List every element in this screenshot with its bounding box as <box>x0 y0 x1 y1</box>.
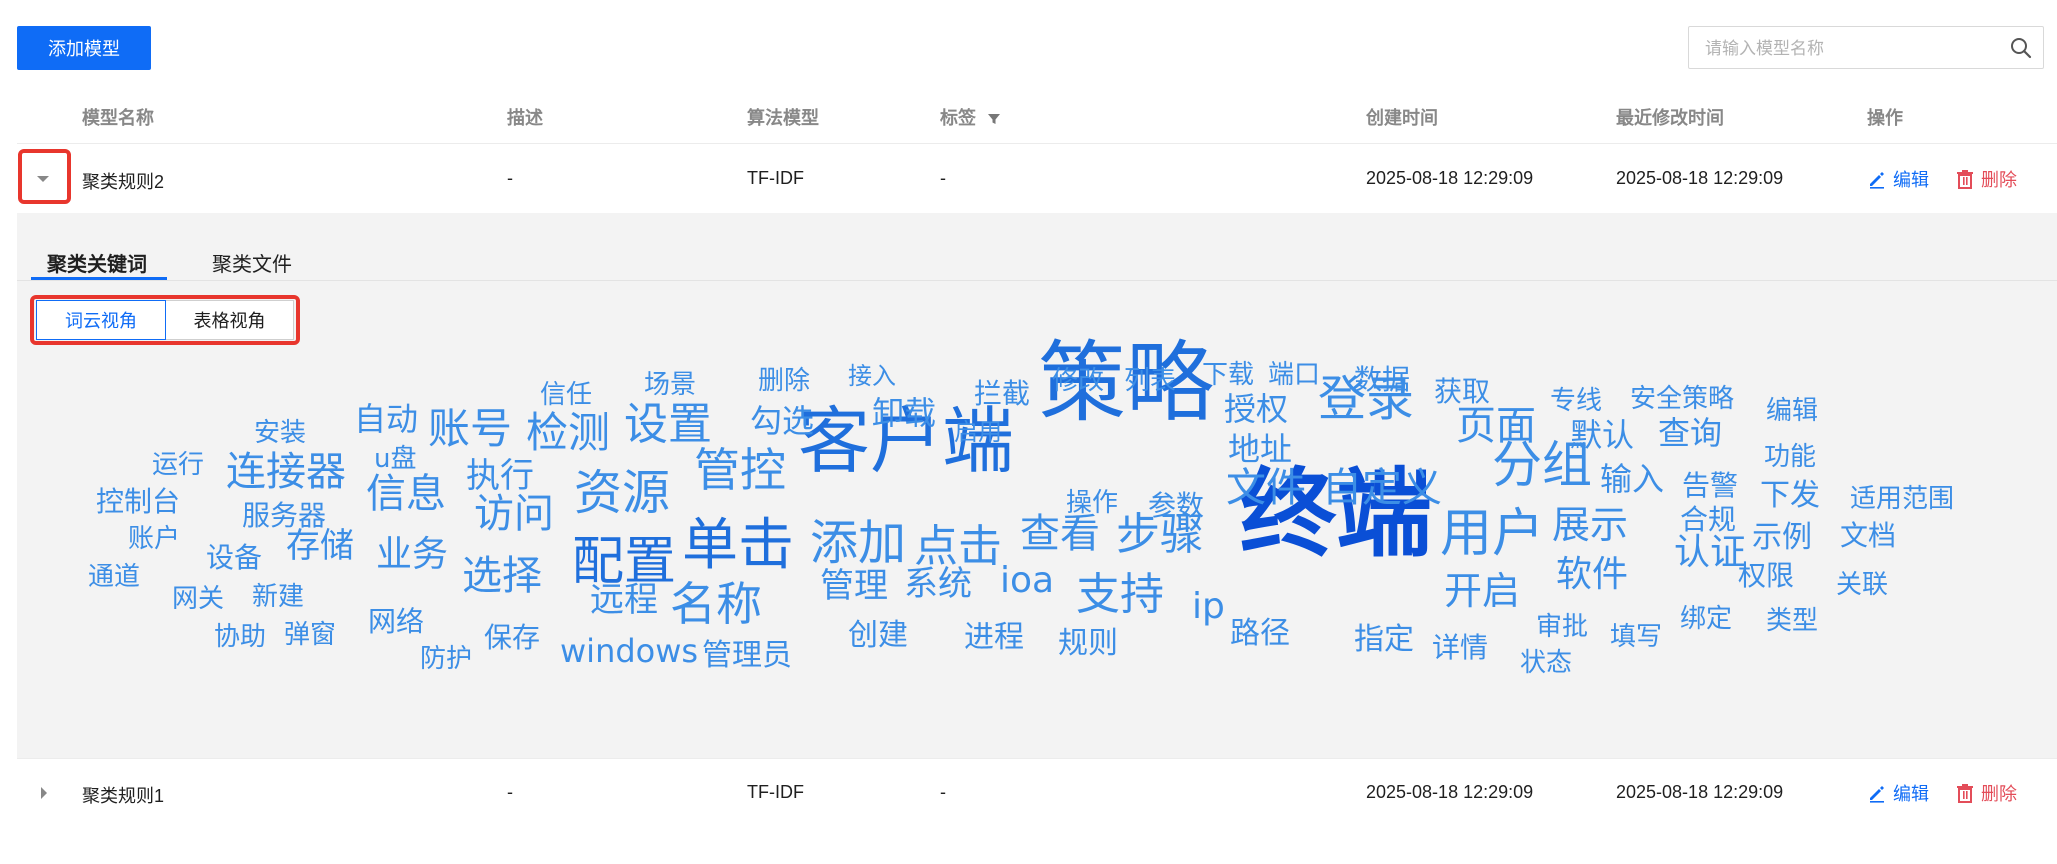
chevron-down-icon[interactable] <box>36 174 50 184</box>
column-header-algo: 算法模型 <box>747 108 819 128</box>
row-tags: - <box>940 168 946 188</box>
view-table-button[interactable]: 表格视角 <box>166 300 294 340</box>
trash-icon <box>1957 784 1973 803</box>
row-modified: 2025-08-18 12:29:09 <box>1616 168 1784 188</box>
row-tags: - <box>940 782 946 802</box>
view-wordcloud-button[interactable]: 词云视角 <box>36 300 166 340</box>
row-name: 聚类规则1 <box>82 786 165 806</box>
search-icon[interactable] <box>2009 36 2033 60</box>
edit-icon <box>1870 172 1884 189</box>
column-header-created: 创建时间 <box>1366 108 1438 128</box>
column-header-name: 模型名称 <box>82 108 154 128</box>
filter-icon[interactable] <box>987 112 1001 126</box>
column-header-actions: 操作 <box>1867 108 1903 128</box>
tab-cluster-keywords[interactable]: 聚类关键词 <box>47 248 147 277</box>
edit-link[interactable]: 编辑 <box>1867 166 1929 192</box>
column-header-tags: 标签 <box>940 104 1001 130</box>
tab-divider <box>17 280 2057 281</box>
delete-label: 删除 <box>1981 170 2017 190</box>
row-algo: TF-IDF <box>747 168 804 188</box>
edit-label: 编辑 <box>1893 170 1929 190</box>
row-desc: - <box>507 782 513 802</box>
delete-link[interactable]: 删除 <box>1955 780 2017 806</box>
row-name: 聚类规则2 <box>82 172 165 192</box>
search-input[interactable] <box>1703 27 1997 70</box>
chevron-right-icon[interactable] <box>39 786 49 800</box>
add-model-button[interactable]: 添加模型 <box>17 26 151 70</box>
search-box <box>1688 26 2044 70</box>
delete-label: 删除 <box>1981 784 2017 804</box>
edit-label: 编辑 <box>1893 784 1929 804</box>
delete-link[interactable]: 删除 <box>1955 166 2017 192</box>
row-algo: TF-IDF <box>747 782 804 802</box>
column-header-desc: 描述 <box>507 108 543 128</box>
edit-icon <box>1870 786 1884 803</box>
row-created: 2025-08-18 12:29:09 <box>1366 168 1534 188</box>
row-modified: 2025-08-18 12:29:09 <box>1616 782 1784 802</box>
edit-link[interactable]: 编辑 <box>1867 780 1929 806</box>
expanded-detail-panel <box>17 213 2057 758</box>
column-header-tags-label: 标签 <box>940 108 976 128</box>
row-desc: - <box>507 168 513 188</box>
row-created: 2025-08-18 12:29:09 <box>1366 782 1534 802</box>
column-header-modified: 最近修改时间 <box>1616 108 1724 128</box>
tab-cluster-files[interactable]: 聚类文件 <box>212 248 292 277</box>
trash-icon <box>1957 170 1973 189</box>
